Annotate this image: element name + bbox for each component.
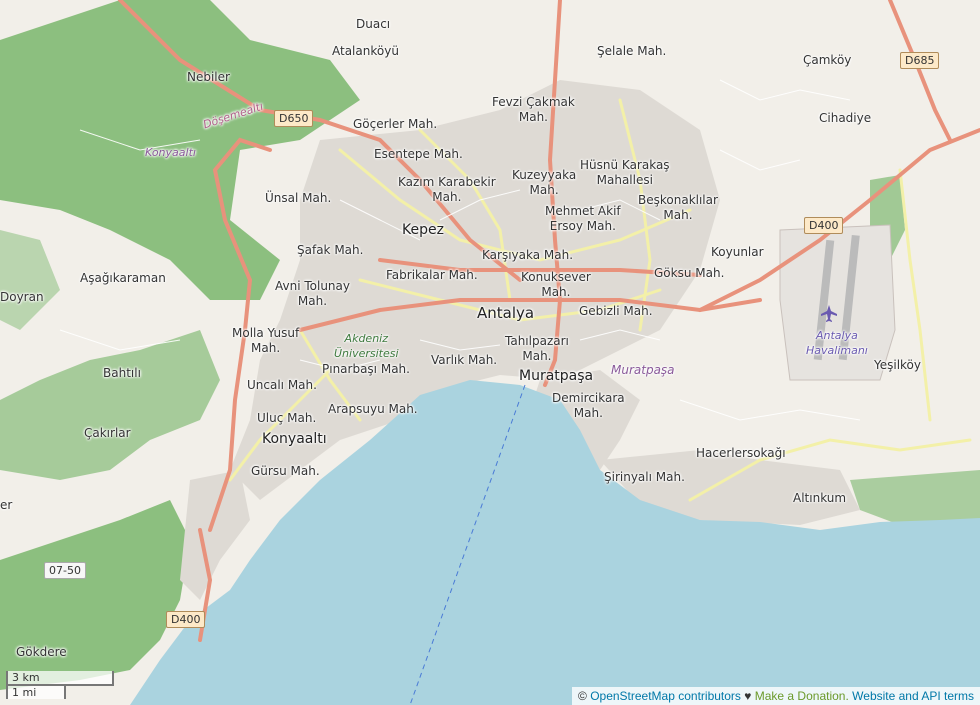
place-label-line: Antalya	[816, 329, 858, 342]
place-label-beskonaklilar[interactable]: Beşkonaklılar Mah.	[638, 193, 718, 223]
place-label-line: Kazım Karabekir	[398, 175, 496, 189]
donation-link[interactable]: Make a Donation.	[755, 689, 849, 703]
place-label-nebiler[interactable]: Nebiler	[187, 70, 230, 85]
campus-label-akdeniz[interactable]: Akdeniz Üniversitesi	[334, 331, 399, 361]
place-label-kazim-karabekir[interactable]: Kazım Karabekir Mah.	[398, 175, 496, 205]
place-label-line: Hüsnü Karakaş	[580, 158, 670, 172]
place-label-line: Üniversitesi	[334, 347, 399, 360]
district-label-kepez[interactable]: Kepez	[402, 223, 444, 238]
place-label-tahilpazari[interactable]: Tahılpazarı Mah.	[505, 334, 569, 364]
place-label-ulus[interactable]: Uluç Mah.	[257, 411, 316, 426]
place-label-line: Havalimanı	[806, 344, 868, 357]
place-label-selale[interactable]: Şelale Mah.	[597, 44, 666, 59]
place-label-gebizli[interactable]: Gebizli Mah.	[579, 304, 653, 319]
place-label-line: Demircikara	[552, 391, 625, 405]
place-label-gursu[interactable]: Gürsu Mah.	[251, 464, 320, 479]
place-label-line: Tahılpazarı	[505, 334, 569, 348]
place-label-line: Fevzi Çakmak	[492, 95, 575, 109]
place-label-gocerler[interactable]: Göçerler Mah.	[353, 117, 437, 132]
road-shield-d400-east[interactable]: D400	[804, 217, 844, 234]
place-label-yesilkoy[interactable]: Yeşilköy	[874, 358, 921, 373]
place-label-safak[interactable]: Şafak Mah.	[297, 243, 363, 258]
osm-contributors-link[interactable]: OpenStreetMap contributors	[590, 689, 741, 703]
terms-link[interactable]: Website and API terms	[852, 689, 974, 703]
place-label-karsiyaka[interactable]: Karşıyaka Mah.	[482, 248, 573, 263]
map-attribution: © OpenStreetMap contributors ♥ Make a Do…	[572, 687, 980, 705]
place-label-line: Akdeniz	[344, 332, 388, 345]
place-label-line: Avni Tolunay	[275, 279, 350, 293]
district-label-konyaalti[interactable]: Konyaaltı	[262, 432, 327, 447]
heart-icon: ♥	[744, 689, 752, 703]
place-label-uncali[interactable]: Uncalı Mah.	[247, 378, 317, 393]
place-label-molla-yusuf[interactable]: Molla Yusuf Mah.	[232, 326, 299, 356]
place-label-mehmet-akif-ersoy[interactable]: Mehmet Akif Ersoy Mah.	[545, 204, 621, 234]
place-label-hacerlersokagi[interactable]: Hacerlersokağı	[696, 446, 786, 461]
place-label-pinarbasi[interactable]: Pınarbaşı Mah.	[322, 362, 410, 377]
district-label-muratpasa[interactable]: Muratpaşa	[519, 369, 593, 384]
place-label-fabrikalar[interactable]: Fabrikalar Mah.	[386, 268, 478, 283]
road-shield-07-50[interactable]: 07-50	[44, 562, 86, 579]
place-label-line: Mah.	[432, 190, 462, 204]
place-label-gokdere[interactable]: Gökdere	[16, 645, 67, 660]
place-label-sirinyali[interactable]: Şirinyalı Mah.	[604, 470, 685, 485]
city-label-antalya[interactable]: Antalya	[477, 306, 534, 321]
place-label-konyaalti-italic[interactable]: Konyaaltı	[145, 145, 196, 160]
place-label-line: Mah.	[663, 208, 693, 222]
place-label-asagikaraman[interactable]: Aşağıkaraman	[80, 271, 166, 286]
place-label-line: Mah.	[573, 406, 603, 420]
place-label-cakirlar[interactable]: Çakırlar	[84, 426, 131, 441]
copyright-symbol: ©	[578, 689, 587, 703]
place-label-line: Mah.	[251, 341, 281, 355]
place-label-camkoy[interactable]: Çamköy	[803, 53, 851, 68]
place-label-avni-tolunay[interactable]: Avni Tolunay Mah.	[275, 279, 350, 309]
place-label-altinkum[interactable]: Altınkum	[793, 491, 846, 506]
place-label-cihadiye[interactable]: Cihadiye	[819, 111, 871, 126]
place-label-line: Mahallesi	[596, 173, 653, 187]
place-label-demircikara[interactable]: Demircikara Mah.	[552, 391, 625, 421]
place-label-unsal[interactable]: Ünsal Mah.	[265, 191, 331, 206]
place-label-line: Mah.	[529, 183, 559, 197]
place-label-line: Mah.	[297, 294, 328, 308]
district-label-muratpasa-italic[interactable]: Muratpaşa	[611, 363, 675, 378]
place-label-husnu-karakas[interactable]: Hüsnü Karakaş Mahallesi	[580, 158, 670, 188]
place-label-arapsuyu[interactable]: Arapsuyu Mah.	[328, 402, 418, 417]
road-shield-d400-south[interactable]: D400	[166, 611, 206, 628]
place-label-line: Mah.	[541, 285, 571, 299]
place-label-doyran[interactable]: Doyran	[0, 290, 44, 305]
place-label-kuzeyyaka[interactable]: Kuzeyyaka Mah.	[512, 168, 576, 198]
place-label-line: Mah.	[522, 349, 552, 363]
place-label-esentepe[interactable]: Esentepe Mah.	[374, 147, 463, 162]
map-scale: 3 km 1 mi	[6, 671, 114, 699]
place-label-line: Mah.	[518, 110, 548, 124]
airport-label[interactable]: Antalya Havalimanı	[806, 328, 868, 358]
place-label-line: Molla Yusuf	[232, 326, 300, 340]
place-label-duaci[interactable]: Duacı	[356, 17, 390, 32]
road-shield-d685[interactable]: D685	[900, 52, 940, 69]
place-label-er[interactable]: er	[0, 498, 12, 513]
place-label-goksu[interactable]: Göksu Mah.	[654, 266, 724, 281]
place-label-line: Beşkonaklılar	[638, 193, 718, 207]
place-label-bahtili[interactable]: Bahtılı	[103, 366, 141, 381]
place-label-line: Mehmet Akif	[545, 204, 621, 218]
place-label-line: Ersoy Mah.	[549, 219, 616, 233]
place-label-koyunlar[interactable]: Koyunlar	[711, 245, 764, 260]
place-label-line: Konuksever	[521, 270, 591, 284]
place-label-varlik[interactable]: Varlık Mah.	[431, 353, 497, 368]
place-label-konuksever[interactable]: Konuksever Mah.	[521, 270, 591, 300]
road-shield-d650[interactable]: D650	[274, 110, 314, 127]
place-label-fevzi-cakmak[interactable]: Fevzi Çakmak Mah.	[492, 95, 575, 125]
place-label-line: Kuzeyyaka	[512, 168, 577, 182]
place-label-atalankoyu[interactable]: Atalanköyü	[332, 44, 399, 59]
scale-mi: 1 mi	[6, 684, 66, 699]
